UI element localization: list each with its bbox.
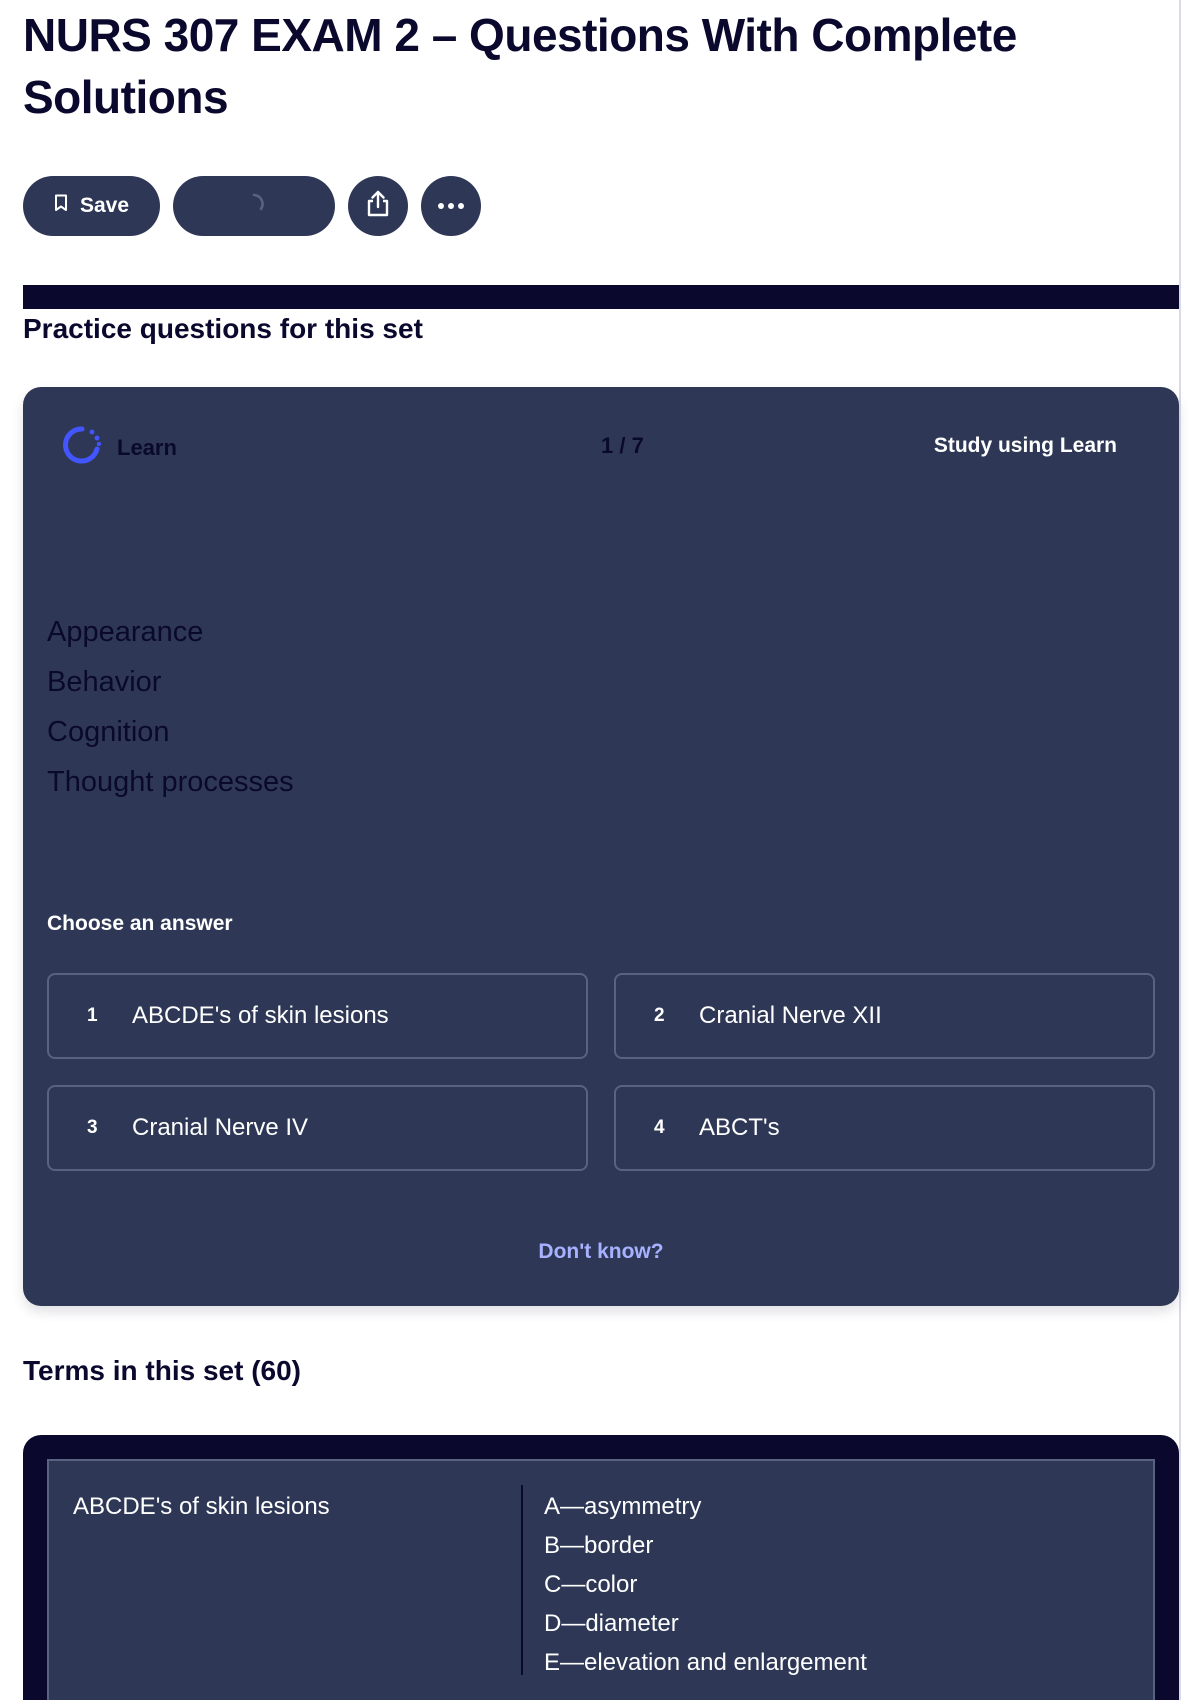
question-progress: 1 / 7 — [601, 433, 644, 458]
loading-button[interactable] — [173, 176, 335, 236]
prompt-line: Appearance — [47, 616, 204, 648]
prompt-line: Behavior — [47, 666, 162, 698]
answer-option-4[interactable]: 4 ABCT's — [614, 1085, 1155, 1171]
choose-answer-label: Choose an answer — [47, 912, 233, 935]
save-button[interactable]: Save — [23, 176, 160, 236]
learn-practice-card: Learn 1 / 7 Study using Learn Appearance… — [23, 387, 1179, 1306]
terms-list: ABCDE's of skin lesions A—asymmetry B—bo… — [23, 1435, 1179, 1700]
study-using-learn-link[interactable]: Study using Learn — [934, 434, 1117, 458]
answer-options: 1 ABCDE's of skin lesions 2 Cranial Nerv… — [47, 973, 1155, 1171]
page-title: NURS 307 EXAM 2 – Questions With Complet… — [23, 9, 1017, 123]
spinner-icon — [242, 192, 266, 221]
practice-heading: Practice questions for this set — [23, 313, 423, 344]
page-edge-divider — [1179, 0, 1181, 1700]
answer-option-2[interactable]: 2 Cranial Nerve XII — [614, 973, 1155, 1059]
bookmark-icon — [54, 194, 68, 218]
page: NURS 307 EXAM 2 – Questions With Complet… — [0, 0, 1200, 1700]
learn-mode-text: Learn — [117, 434, 177, 460]
option-text: ABCT's — [699, 1114, 780, 1141]
prompt-line: Thought processes — [47, 766, 294, 798]
term-definition-divider — [521, 1485, 523, 1675]
share-icon — [365, 190, 391, 223]
main-content: NURS 307 EXAM 2 – Questions With Complet… — [23, 0, 1179, 1700]
term-text: ABCDE's of skin lesions — [73, 1493, 330, 1520]
answer-option-3[interactable]: 3 Cranial Nerve IV — [47, 1085, 588, 1171]
learn-card-header: Learn 1 / 7 Study using Learn — [61, 421, 1117, 473]
share-button[interactable] — [348, 176, 408, 236]
term-definition: A—asymmetry B—border C—color D—diameter … — [544, 1487, 867, 1682]
dont-know-button[interactable]: Don't know? — [23, 1240, 1179, 1264]
more-options-button[interactable] — [421, 176, 481, 236]
answer-option-1[interactable]: 1 ABCDE's of skin lesions — [47, 973, 588, 1059]
option-number: 2 — [654, 1005, 665, 1026]
definition-line: E—elevation and enlargement — [544, 1649, 867, 1676]
question-prompt: Appearance Behavior Cognition Thought pr… — [47, 607, 294, 807]
option-text: ABCDE's of skin lesions — [132, 1002, 389, 1029]
section-divider-bar — [23, 285, 1179, 309]
definition-line: A—asymmetry — [544, 1493, 702, 1520]
save-button-label: Save — [79, 194, 130, 217]
definition-line: C—color — [544, 1571, 638, 1598]
more-dots-icon — [437, 197, 465, 215]
term-card: ABCDE's of skin lesions A—asymmetry B—bo… — [47, 1459, 1155, 1700]
option-number: 3 — [87, 1117, 98, 1138]
learn-mode-label: Learn — [61, 424, 177, 471]
prompt-line: Cognition — [47, 716, 170, 748]
definition-line: D—diameter — [544, 1610, 679, 1637]
definition-line: B—border — [544, 1532, 654, 1559]
terms-heading: Terms in this set (60) — [23, 1355, 302, 1386]
option-number: 4 — [654, 1117, 665, 1138]
set-toolbar: Save — [23, 176, 481, 236]
learn-mode-icon — [61, 424, 103, 471]
option-number: 1 — [87, 1005, 98, 1026]
option-text: Cranial Nerve IV — [132, 1114, 309, 1141]
option-text: Cranial Nerve XII — [699, 1002, 882, 1029]
